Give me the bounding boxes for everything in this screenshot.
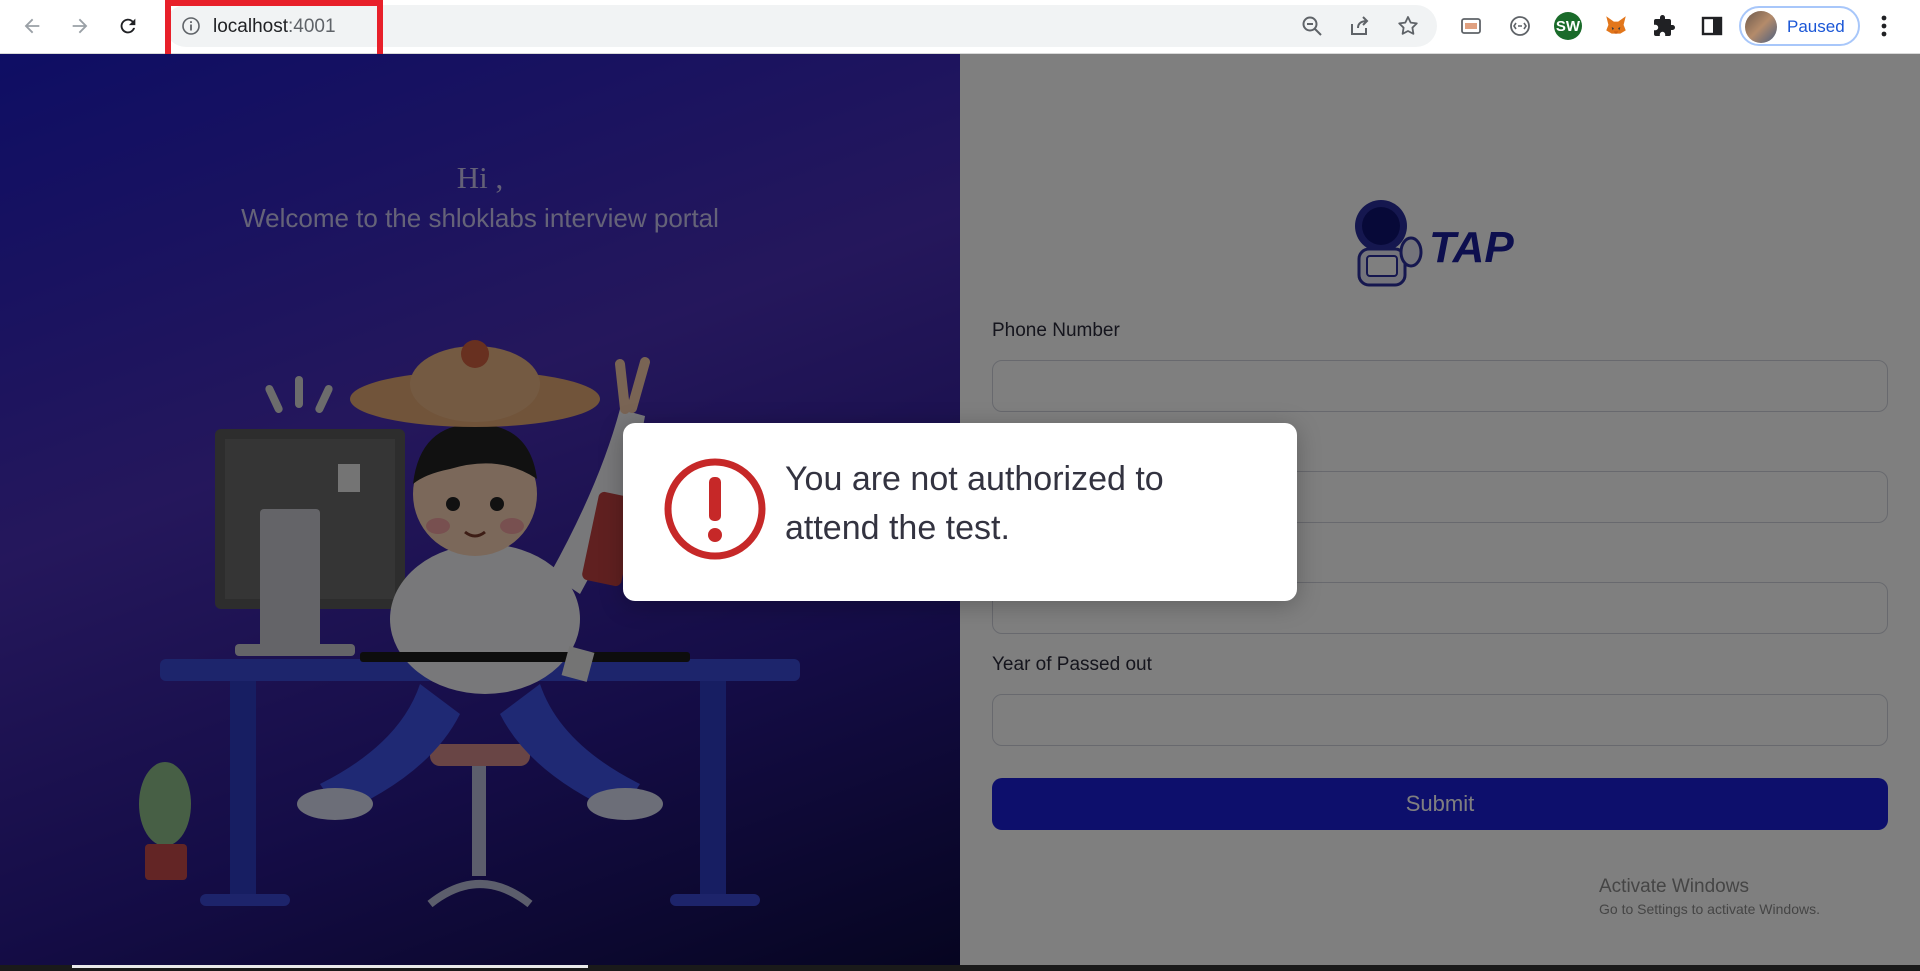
- profile-status-label: Paused: [1787, 17, 1845, 36]
- forward-arrow-icon: [72, 18, 88, 34]
- zoom-icon[interactable]: [1300, 14, 1324, 38]
- avatar: [1745, 11, 1777, 43]
- puzzle-extensions-icon[interactable]: [1650, 12, 1678, 40]
- side-panel-icon[interactable]: [1698, 12, 1726, 40]
- profile-button[interactable]: Paused: [1739, 6, 1860, 46]
- reload-button[interactable]: [112, 10, 144, 42]
- alert-message: You are not authorized to attend the tes…: [785, 460, 1164, 547]
- sw-label: SW: [1555, 17, 1581, 35]
- back-button[interactable]: [16, 10, 48, 42]
- forward-button[interactable]: [64, 10, 96, 42]
- error-alert-dialog: You are not authorized to attend the tes…: [623, 423, 1297, 601]
- sw-extension-icon[interactable]: SW: [1554, 12, 1582, 40]
- cast-icon[interactable]: [1457, 12, 1485, 40]
- metamask-fox-icon[interactable]: [1602, 12, 1630, 40]
- vpn-icon[interactable]: [1506, 12, 1534, 40]
- browser-toolbar: localhost:4001 SW Paused: [0, 0, 1920, 73]
- taskbar-highlight: [72, 965, 588, 968]
- bookmark-star-icon[interactable]: [1396, 14, 1420, 38]
- back-arrow-icon: [24, 18, 40, 34]
- taskbar-edge: [0, 965, 1920, 971]
- reload-icon: [120, 18, 136, 34]
- share-icon[interactable]: [1348, 14, 1372, 38]
- error-exclamation-icon: [664, 458, 766, 560]
- browser-menu-icon[interactable]: [1872, 12, 1896, 40]
